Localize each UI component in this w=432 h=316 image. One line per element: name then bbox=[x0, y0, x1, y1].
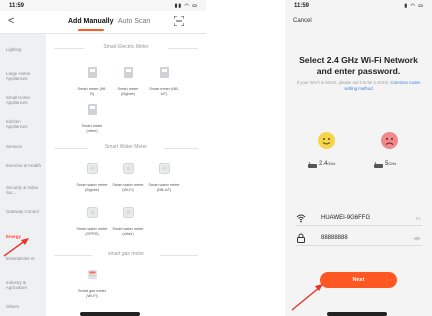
top-nav: < Add Manually Auto Scan bbox=[0, 11, 206, 34]
subtitle-text: If your Wi-Fi is 5GHz, please set it to … bbox=[296, 80, 390, 85]
happy-face-icon bbox=[318, 132, 335, 149]
wifi-name-field[interactable]: HUAWEI-9G6FFG Re bbox=[295, 213, 422, 226]
device-smart-meter-zigbee[interactable]: Smart meter (Zigbee) bbox=[112, 66, 144, 96]
page-subtitle: If your Wi-Fi is 5GHz, please set it to … bbox=[295, 80, 422, 91]
water-meter-icon bbox=[86, 207, 98, 218]
device-label: Smart water meter (GPRS) bbox=[76, 227, 108, 236]
device-label: Smart gas meter (Wi-Fi) bbox=[77, 289, 107, 298]
wifi-setup-screen: 11:59 ▮ ◠ ▭ Cancel Select 2.4 GHz Wi-Fi … bbox=[285, 0, 432, 316]
signal-wifi-battery-icon: ▮ ◠ ▭ bbox=[404, 3, 424, 9]
device-water-meter-gprs[interactable]: Smart water meter (GPRS) bbox=[76, 206, 108, 236]
cancel-button[interactable]: Cancel bbox=[293, 18, 312, 24]
device-smart-meter-nbiot[interactable]: Smart meter (NB-IoT) bbox=[148, 66, 180, 96]
status-bar: 11:59 ▮ ◠ ▭ bbox=[285, 0, 432, 11]
section-header-electric: Smart Electric Meter bbox=[46, 44, 206, 52]
eye-icon[interactable] bbox=[413, 236, 421, 241]
water-meter-icon bbox=[86, 163, 98, 174]
home-indicator bbox=[80, 312, 140, 316]
device-label: Smart meter (NB-IoT) bbox=[149, 87, 179, 96]
category-sidebar: Lighting Large Home Appliances Small Hom… bbox=[0, 34, 46, 316]
device-water-meter-wifi[interactable]: Smart water meter (Wi-Fi) bbox=[112, 162, 144, 192]
sidebar-item-small-home-appliances[interactable]: Small Home Appliances bbox=[6, 95, 42, 105]
device-water-meter-nbiot[interactable]: Smart water meter (NB-IoT) bbox=[148, 162, 180, 192]
wifi-switch-link[interactable]: Re bbox=[416, 216, 421, 221]
device-smart-meter-wifi[interactable]: Smart meter (Wi-Fi) bbox=[76, 66, 108, 96]
tab-auto-scan[interactable]: Auto Scan bbox=[118, 18, 150, 25]
status-time: 11:59 bbox=[294, 3, 310, 9]
device-label: Smart water meter (NB-IoT) bbox=[148, 183, 180, 192]
router-icon bbox=[374, 162, 383, 168]
section-title: Smart Water Meter bbox=[104, 144, 148, 150]
device-label: Smart meter (other) bbox=[81, 124, 103, 133]
device-label: Smart water meter (Zigbee) bbox=[76, 183, 108, 192]
lock-icon bbox=[297, 233, 305, 243]
gas-meter-icon bbox=[87, 270, 97, 279]
status-bar: 11:59 ▮▮ ◠ ▭ bbox=[0, 0, 206, 11]
water-meter-icon bbox=[122, 207, 134, 218]
electric-meter-icon bbox=[87, 104, 97, 115]
device-label: Smart meter (Zigbee) bbox=[117, 87, 139, 96]
water-meter-icon bbox=[158, 163, 170, 174]
wifi-name-value: HUAWEI-9G6FFG bbox=[321, 215, 371, 221]
section-title: Smart Electric Meter bbox=[103, 44, 149, 50]
device-water-meter-zigbee[interactable]: Smart water meter (Zigbee) bbox=[76, 162, 108, 192]
back-button[interactable]: < bbox=[8, 15, 14, 27]
annotation-arrow-icon bbox=[291, 284, 323, 311]
sidebar-item-industry-agriculture[interactable]: Industry & Agriculture bbox=[6, 280, 42, 290]
electric-meter-icon bbox=[159, 67, 169, 78]
device-label: Smart water meter (Wi-Fi) bbox=[112, 183, 144, 192]
sidebar-item-large-home-appliances[interactable]: Large Home Appliances bbox=[6, 71, 42, 81]
sidebar-item-gateway-control[interactable]: Gateway Control bbox=[6, 209, 42, 214]
home-indicator bbox=[327, 312, 387, 316]
active-tab-indicator bbox=[78, 29, 104, 31]
sidebar-item-lighting[interactable]: Lighting bbox=[6, 47, 42, 52]
signal-wifi-battery-icon: ▮▮ ◠ ▭ bbox=[174, 3, 198, 9]
sidebar-item-others[interactable]: Others bbox=[6, 304, 42, 309]
wifi-icon bbox=[296, 214, 306, 223]
section-header-gas: smart gas meter bbox=[46, 251, 206, 259]
next-button[interactable]: Next bbox=[320, 272, 397, 288]
sidebar-item-kitchen-appliances[interactable]: Kitchen Appliances bbox=[6, 119, 42, 129]
section-title: smart gas meter bbox=[107, 251, 145, 257]
annotation-arrow-icon bbox=[3, 238, 29, 257]
page-title: Select 2.4 GHz Wi-Fi Network and enter p… bbox=[299, 55, 418, 76]
sidebar-item-exercise-health[interactable]: Exercise & Health bbox=[6, 163, 42, 168]
device-gas-meter-wifi[interactable]: Smart gas meter (Wi-Fi) bbox=[76, 268, 108, 298]
electric-meter-icon bbox=[123, 67, 133, 78]
device-smart-meter-other[interactable]: Smart meter (other) bbox=[76, 103, 108, 133]
sidebar-item-security-video[interactable]: Security & Video Sur... bbox=[6, 185, 42, 195]
section-header-water: Smart Water Meter bbox=[46, 144, 206, 152]
device-water-meter-other[interactable]: Smart water meter (other) bbox=[112, 206, 144, 236]
device-label: Smart water meter (other) bbox=[112, 227, 144, 236]
scan-icon[interactable] bbox=[174, 16, 184, 26]
device-label: Smart meter (Wi-Fi) bbox=[77, 87, 107, 96]
electric-meter-icon bbox=[87, 67, 97, 78]
router-icon bbox=[308, 162, 317, 168]
password-value: 88888888 bbox=[321, 235, 348, 241]
sad-face-icon bbox=[381, 132, 398, 149]
password-field[interactable]: 88888888 bbox=[295, 233, 422, 246]
tab-add-manually[interactable]: Add Manually bbox=[68, 18, 114, 25]
add-device-screen: 11:59 ▮▮ ◠ ▭ < Add Manually Auto Scan Li… bbox=[0, 0, 206, 316]
band-label-5ghz: 5GHz bbox=[385, 161, 397, 167]
band-label-24ghz: 2.4GHz bbox=[319, 161, 336, 167]
status-time: 11:59 bbox=[9, 3, 25, 9]
sidebar-item-sensors[interactable]: Sensors bbox=[6, 144, 42, 149]
device-list: Smart Electric Meter Smart meter (Wi-Fi)… bbox=[46, 34, 206, 316]
water-meter-icon bbox=[122, 163, 134, 174]
